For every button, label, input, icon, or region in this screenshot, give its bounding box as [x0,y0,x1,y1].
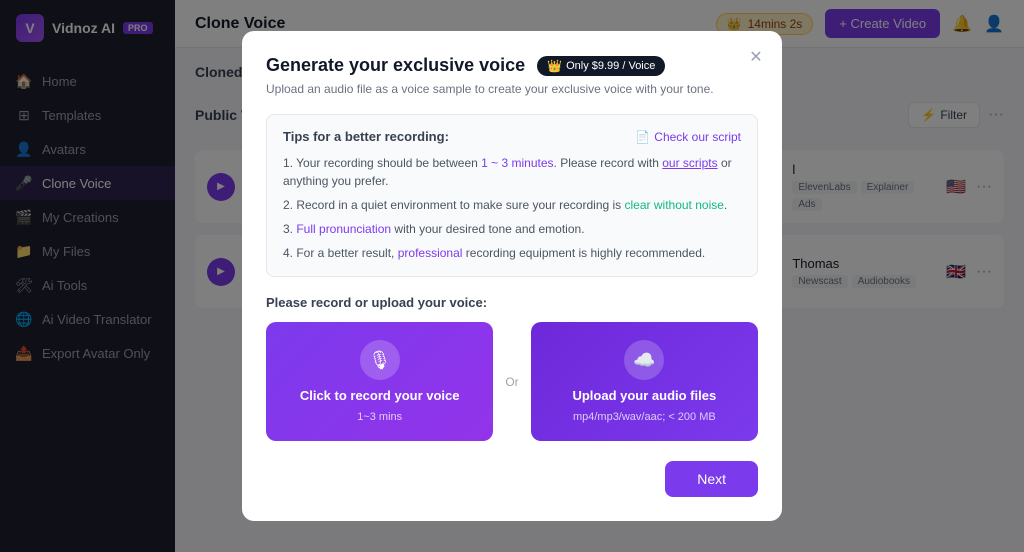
modal-subtitle: Upload an audio file as a voice sample t… [266,82,758,96]
tips-list: 1. Your recording should be between 1 ~ … [283,154,741,262]
modal-footer: Next [266,461,758,497]
upload-card[interactable]: ☁️ Upload your audio files mp4/mp3/wav/a… [531,322,758,441]
tip-item-0: 1. Your recording should be between 1 ~ … [283,154,741,190]
check-script-link[interactable]: 📄 Check our script [635,130,741,144]
generate-voice-modal: ✕ Generate your exclusive voice 👑 Only $… [242,31,782,521]
or-divider: Or [505,375,518,389]
upload-card-subtitle: mp4/mp3/wav/aac; < 200 MB [573,411,716,423]
upload-row: 🎙 Click to record your voice 1~3 mins Or… [266,322,758,441]
modal-title: Generate your exclusive voice [266,55,525,76]
record-card-title: Click to record your voice [300,388,460,403]
price-badge: 👑 Only $9.99 / Voice [537,56,665,76]
tips-section: Tips for a better recording: 📄 Check our… [266,114,758,277]
script-icon: 📄 [635,130,650,144]
tip-item-2: 3. Full pronunciation with your desired … [283,220,741,238]
tip-item-3: 4. For a better result, professional rec… [283,244,741,262]
record-label: Please record or upload your voice: [266,295,758,310]
modal-close-button[interactable]: ✕ [744,45,768,69]
modal-header: Generate your exclusive voice 👑 Only $9.… [266,55,758,76]
tip-item-1: 2. Record in a quiet environment to make… [283,196,741,214]
tips-label: Tips for a better recording: [283,129,449,144]
price-text: Only $9.99 / Voice [566,60,655,72]
upload-card-title: Upload your audio files [572,388,716,403]
tips-header: Tips for a better recording: 📄 Check our… [283,129,741,144]
microphone-icon: 🎙 [360,340,400,380]
next-button[interactable]: Next [665,461,758,497]
record-card-subtitle: 1~3 mins [357,411,402,423]
record-card[interactable]: 🎙 Click to record your voice 1~3 mins [266,322,493,441]
crown-icon: 👑 [547,59,562,73]
upload-icon: ☁️ [624,340,664,380]
modal-overlay[interactable]: ✕ Generate your exclusive voice 👑 Only $… [0,0,1024,552]
